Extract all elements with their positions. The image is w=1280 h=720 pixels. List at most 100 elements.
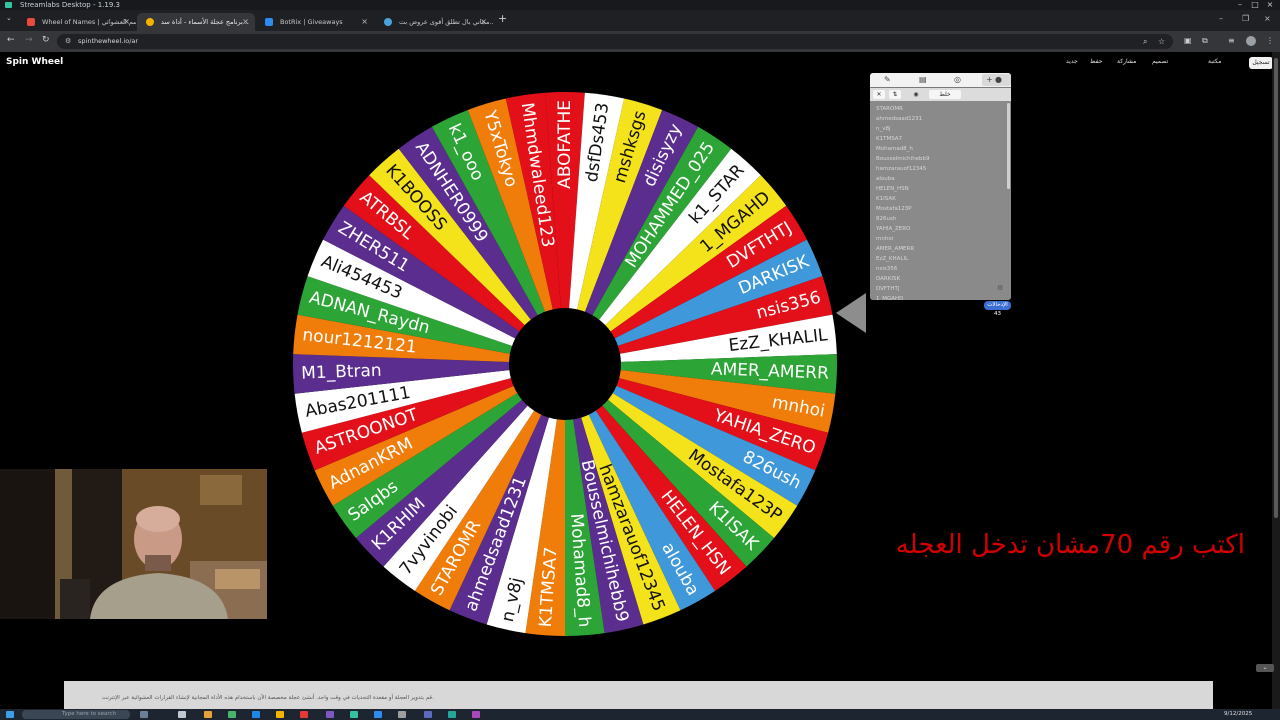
extension-icon[interactable]: ▣ — [1184, 36, 1192, 45]
app-icon-2[interactable] — [300, 711, 308, 718]
entries-settings-icon[interactable]: ⚙ — [997, 284, 1003, 292]
entry-item[interactable]: K1ISAK — [876, 194, 1011, 204]
tab-close-icon[interactable]: × — [361, 13, 368, 31]
edge-icon[interactable] — [252, 711, 260, 718]
new-tab-icon[interactable]: + — [498, 12, 507, 25]
site-info-icon[interactable]: ⚙ — [65, 34, 71, 49]
tab-wheel-of-names[interactable]: Wheel of Names | إسم العشوائي × — [18, 13, 136, 31]
entry-item[interactable]: AMER_AMERR — [876, 244, 1011, 254]
zoom-icon[interactable]: ⌕ — [1143, 34, 1147, 49]
browser-maximize-icon[interactable]: ❐ — [1242, 14, 1249, 23]
login-button[interactable]: تسجيل — [1249, 57, 1272, 69]
app-icon-4[interactable] — [374, 711, 382, 718]
entry-item[interactable]: 1_MGAHD — [876, 294, 1011, 300]
start-icon[interactable] — [6, 711, 14, 718]
entry-item[interactable]: n_v8j — [876, 124, 1011, 134]
forward-icon[interactable]: → — [25, 35, 33, 45]
entry-item[interactable]: HELEN_HSN — [876, 184, 1011, 194]
entry-item[interactable]: Bousselmichihebb9 — [876, 154, 1011, 164]
screen: Streamlabs Desktop - 1.19.3 – □ × ⌄ Whee… — [0, 0, 1280, 720]
nav-new[interactable]: جديد — [1066, 58, 1078, 65]
nav-save[interactable]: حفظ — [1090, 58, 1102, 65]
entry-item[interactable]: nsis356 — [876, 264, 1011, 274]
entry-item[interactable]: EzZ_KHALIL — [876, 254, 1011, 264]
entries-scrollbar[interactable] — [1007, 103, 1010, 189]
extensions-puzzle-icon[interactable]: ⧉ — [1202, 36, 1208, 46]
task-view-icon[interactable] — [140, 711, 148, 718]
bookmark-star-icon[interactable]: ☆ — [1158, 34, 1165, 49]
hide-icon[interactable]: ◎ — [954, 75, 961, 84]
entries-list[interactable]: STAROMR ahmedsaad1231 n_v8j K1TMSA7 Mohamad8… — [870, 101, 1011, 300]
app-icon-5[interactable] — [398, 711, 406, 718]
minimize-icon[interactable]: – — [1234, 0, 1246, 10]
tab-close-icon[interactable]: × — [242, 13, 249, 31]
app-icon-3[interactable] — [326, 711, 334, 718]
address-bar[interactable]: ⚙ spinthewheel.io/ar ⌕ ☆ — [57, 34, 1173, 49]
profile-avatar[interactable] — [1246, 36, 1256, 46]
tab-label: برنامج عجلة الأسماء - أداة سد... — [161, 18, 249, 26]
site-brand[interactable]: Spin Wheel — [6, 57, 63, 67]
wheel-hub[interactable] — [509, 308, 621, 420]
scroll-down-icon[interactable]: ⌄ — [1256, 664, 1274, 672]
entry-item[interactable]: mnhoi — [876, 234, 1011, 244]
app-icon-6[interactable] — [424, 711, 432, 718]
nav-share[interactable]: مشاركة — [1117, 58, 1136, 65]
clipboard-icon[interactable]: ▤ — [919, 75, 927, 84]
tab-close-icon[interactable]: × — [480, 13, 487, 31]
page-scroll-thumb[interactable] — [1274, 58, 1278, 518]
browser-menu-icon[interactable]: ⋮ — [1266, 36, 1274, 45]
tab-label: Wheel of Names | إسم العشوائي — [42, 18, 136, 26]
entries-panel: ✎ ▤ ◎ + ● ✕ ⇅ ◉ خلط STAROMR ahmedsaad1231… — [870, 73, 1011, 300]
browser-minimize-icon[interactable]: – — [1219, 14, 1223, 23]
tab-offers[interactable]: مجاني بال تطلق أقوى عروض بت... × — [375, 13, 493, 31]
entry-item[interactable]: YAHIA_ZERO — [876, 224, 1011, 234]
clear-icon[interactable]: ✕ — [873, 90, 885, 99]
entry-item[interactable]: K1TMSA7 — [876, 134, 1011, 144]
shuffle-button[interactable]: خلط — [929, 90, 961, 99]
entry-item[interactable]: ahmedsaad1231 — [876, 114, 1011, 124]
chrome-icon[interactable] — [276, 711, 284, 718]
widgets-icon[interactable] — [178, 711, 186, 718]
avatar-icon[interactable]: ● — [995, 75, 1002, 84]
close-icon[interactable]: × — [1264, 0, 1276, 10]
tab-favicon-icon — [265, 18, 273, 26]
edit-icon[interactable]: ✎ — [884, 75, 891, 84]
maximize-icon[interactable]: □ — [1249, 0, 1261, 10]
streamlabs-icon[interactable] — [350, 711, 358, 718]
tab-favicon-icon — [27, 18, 35, 26]
entry-item[interactable]: Mostafa123P — [876, 204, 1011, 214]
reading-list-icon[interactable]: ≡ — [1228, 36, 1235, 45]
nav-library[interactable]: مكتبة — [1208, 58, 1221, 65]
wheel-pointer — [836, 293, 866, 333]
entry-item[interactable]: hamzarauof12345 — [876, 164, 1011, 174]
taskbar-search[interactable]: Type here to search — [22, 710, 130, 719]
nav-design[interactable]: تصميم — [1152, 58, 1168, 65]
reload-icon[interactable]: ↻ — [42, 35, 50, 45]
tab-botrix[interactable]: BotRix | Giveaways × — [256, 13, 374, 31]
page-scrollbar[interactable] — [1272, 52, 1280, 720]
tab-search-icon[interactable]: ⌄ — [6, 14, 12, 22]
entry-item[interactable]: DARKISK — [876, 274, 1011, 284]
back-icon[interactable]: ← — [7, 35, 15, 45]
webcam-feed-image — [0, 469, 267, 619]
entry-item[interactable]: alouba — [876, 174, 1011, 184]
streamlabs-logo-icon — [5, 2, 12, 8]
spin-wheel[interactable]: ABOFATHE dsfDs453 mshksgs disisyzy MOHAMMED_… — [291, 90, 839, 638]
add-icon[interactable]: + — [986, 75, 993, 84]
entry-item[interactable]: 826ush — [876, 214, 1011, 224]
app-icon-7[interactable] — [448, 711, 456, 718]
app-icon[interactable] — [228, 711, 236, 718]
explorer-icon[interactable] — [204, 711, 212, 718]
tab-close-icon[interactable]: × — [123, 13, 130, 31]
entries-count-badge: الإدخالات 43 — [984, 301, 1011, 317]
tab-spin-wheel[interactable]: برنامج عجلة الأسماء - أداة سد... × — [137, 13, 255, 31]
entry-item[interactable]: Mohamad8_h — [876, 144, 1011, 154]
image-icon[interactable]: ◉ — [910, 90, 922, 99]
sort-icon[interactable]: ⇅ — [889, 90, 901, 99]
browser-close-icon[interactable]: × — [1264, 14, 1271, 23]
entry-item[interactable]: STAROMR — [876, 104, 1011, 114]
app-icon-8[interactable] — [472, 711, 480, 718]
entry-item[interactable]: DVFTHTJ — [876, 284, 1011, 294]
wheel-graphic[interactable]: ABOFATHE dsfDs453mshksgsdisisyzyMOHAMMED_… — [291, 90, 839, 638]
bottom-banner: قم بتدوير العجلة أو مقعدة التحديات في وق… — [64, 681, 1213, 710]
